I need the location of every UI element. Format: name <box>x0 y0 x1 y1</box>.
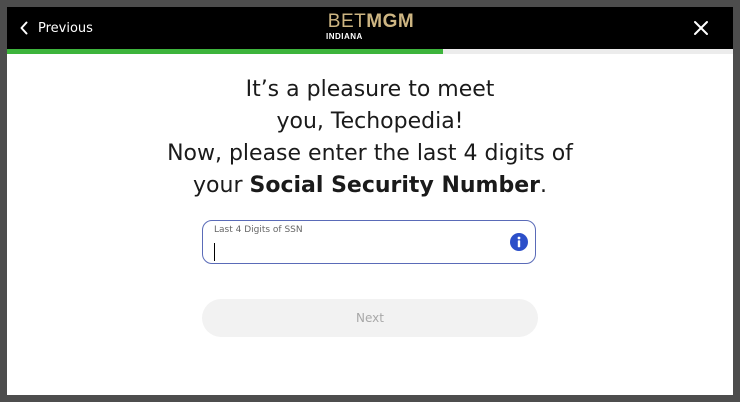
progress-bar <box>7 49 733 54</box>
next-button[interactable]: Next <box>202 299 538 337</box>
logo-state-text: INDIANA <box>326 32 363 41</box>
heading-line-2: you, Techopedia! <box>276 109 464 134</box>
page-heading: It’s a pleasure to meet you, Techopedia!… <box>67 74 673 202</box>
heading-line-4-suffix: . <box>539 173 547 198</box>
close-icon <box>694 21 708 35</box>
signup-dialog: Previous BETMGM INDIANA It’s a pleasure … <box>7 7 733 395</box>
info-icon <box>510 233 528 251</box>
betmgm-logo: BETMGM INDIANA <box>325 12 417 46</box>
ssn-field[interactable]: Last 4 Digits of SSN <box>202 220 536 264</box>
heading-line-4-bold: Social Security Number <box>249 173 540 198</box>
header-bar: Previous BETMGM INDIANA <box>7 7 733 49</box>
chevron-left-icon <box>20 21 28 35</box>
logo-mgm-text: MGM <box>366 11 415 32</box>
info-button[interactable] <box>510 233 528 251</box>
progress-bar-fill <box>7 49 443 54</box>
heading-line-4-prefix: your <box>193 173 250 198</box>
heading-line-4: your Social Security Number. <box>67 170 673 202</box>
ssn-field-label: Last 4 Digits of SSN <box>214 225 303 235</box>
logo-wordmark: BETMGM <box>325 12 417 32</box>
previous-button[interactable]: Previous <box>19 18 93 38</box>
close-button[interactable] <box>693 20 709 36</box>
previous-label: Previous <box>38 20 93 36</box>
logo-bet-text: BET <box>327 11 367 32</box>
ssn-input[interactable] <box>213 239 493 259</box>
text-caret <box>214 243 215 261</box>
heading-line-1: It’s a pleasure to meet <box>245 77 495 102</box>
heading-line-3: Now, please enter the last 4 digits of <box>167 141 573 166</box>
